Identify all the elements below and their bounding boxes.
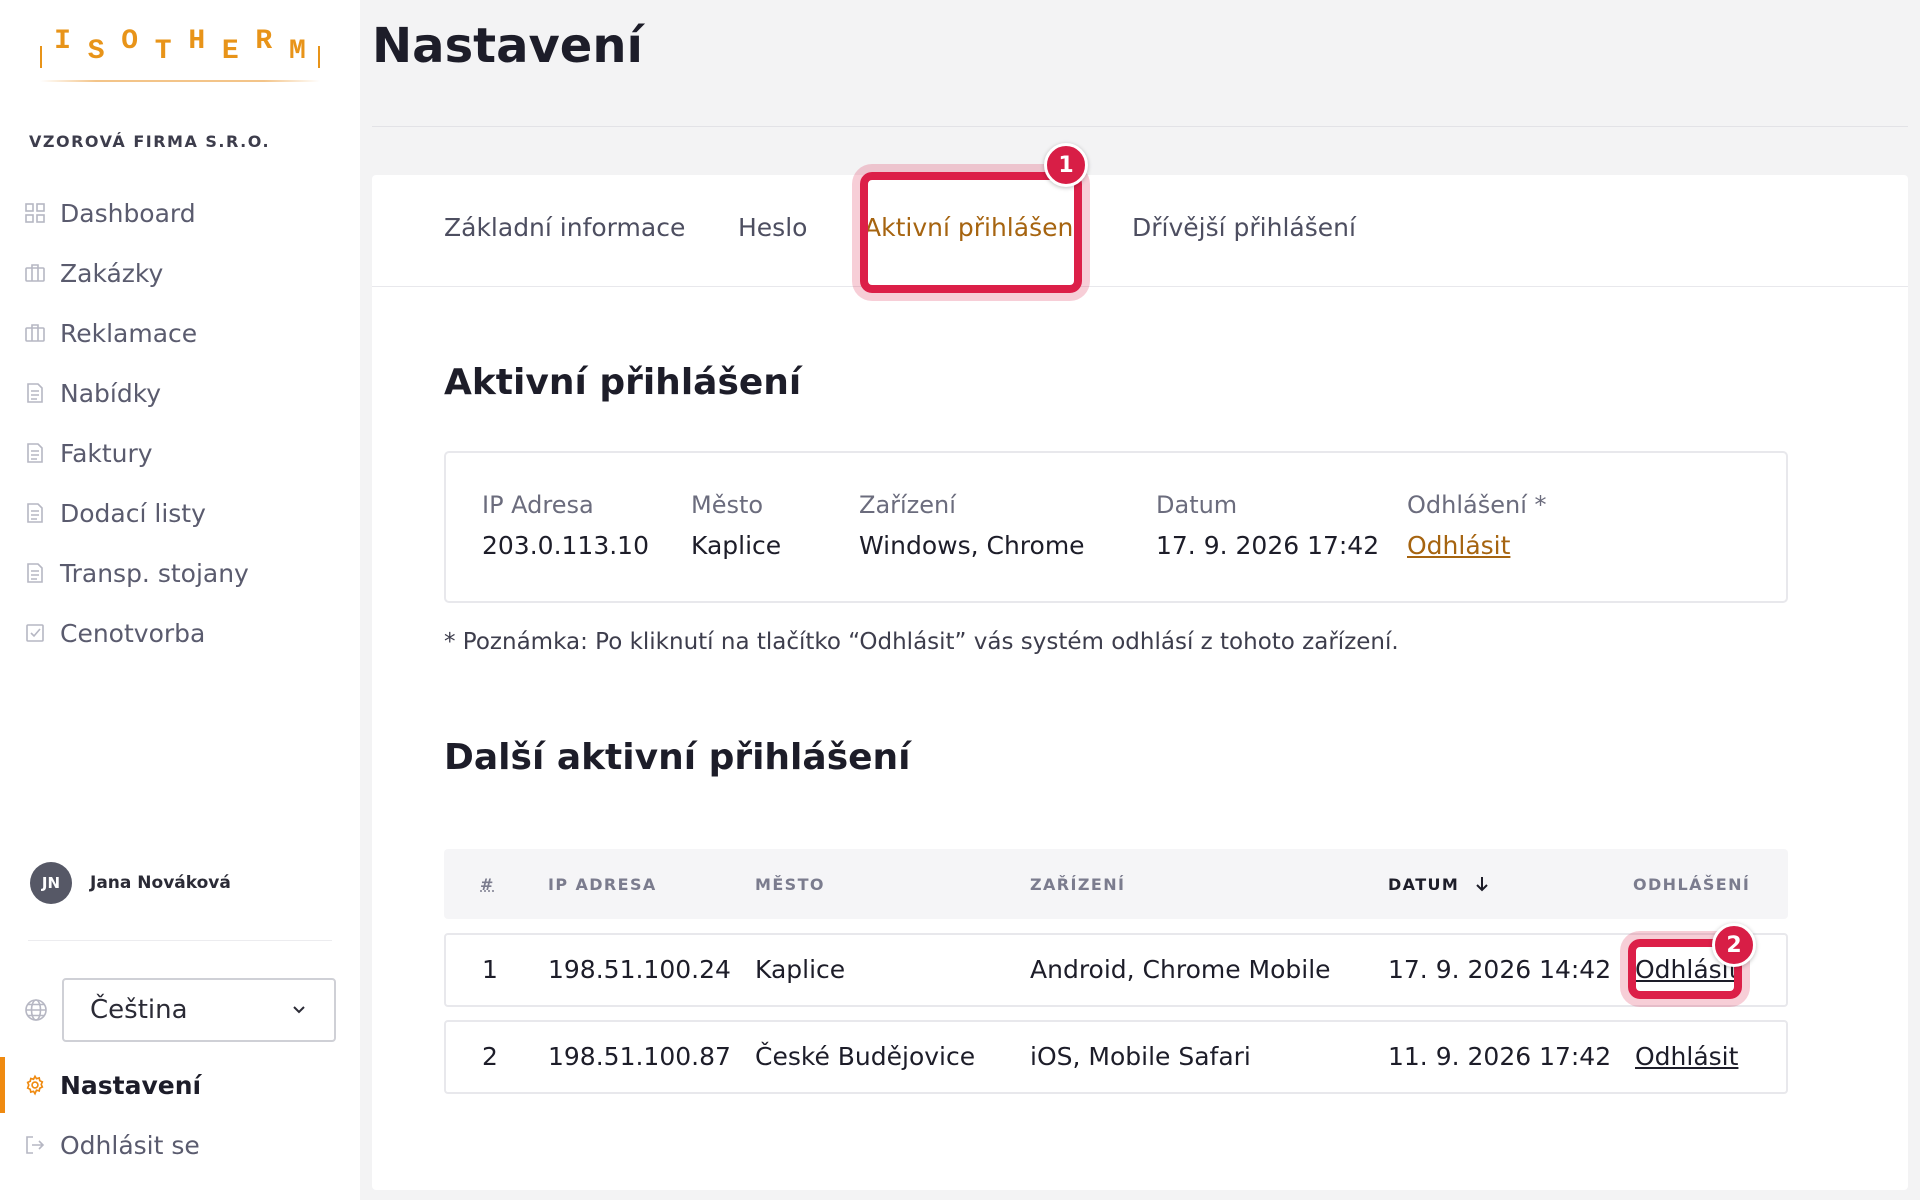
language-switcher: Čeština (24, 978, 336, 1042)
briefcase-icon (24, 262, 46, 284)
nav-item-dodaci-listy[interactable]: Dodací listy (0, 483, 360, 543)
sort-arrow-down-icon (1473, 875, 1491, 893)
cell-ip: 198.51.100.24 (548, 955, 731, 984)
nav-item-nabidky[interactable]: Nabídky (0, 363, 360, 423)
current-logout: Odhlášení * Odhlásit (1407, 491, 1547, 560)
nav-item-label: Cenotvorba (60, 618, 206, 648)
nav-item-label: Dodací listy (60, 498, 206, 528)
nav-item-label: Reklamace (60, 318, 198, 348)
current-date: Datum 17. 9. 2026 17:42 (1156, 491, 1379, 560)
nav-item-faktury[interactable]: Faktury (0, 423, 360, 483)
document-icon (24, 442, 46, 464)
cell-city: Kaplice (755, 955, 846, 984)
table-row: 2 198.51.100.87 České Budějovice iOS, Mo… (444, 1020, 1788, 1094)
document-icon (24, 562, 46, 584)
current-logout-link[interactable]: Odhlásit (1407, 531, 1547, 560)
nav-item-zakazky[interactable]: Zakázky (0, 243, 360, 303)
page-title: Nastavení (372, 18, 643, 74)
nav-item-reklamace[interactable]: Reklamace (0, 303, 360, 363)
cell-date: 11. 9. 2026 17:42 (1388, 1042, 1612, 1071)
col-logout: ODHLÁŠENÍ (1633, 875, 1751, 894)
isotherm-logo[interactable]: I S O T H E R M (40, 22, 320, 72)
tab-password[interactable]: Heslo (738, 213, 807, 242)
nav-item-settings[interactable]: Nastavení (0, 1055, 360, 1115)
main-nav: Dashboard Zakázky Reklamace Nabídky Fakt… (0, 183, 360, 663)
title-divider (372, 126, 1908, 127)
sessions-table-header: # IP ADRESA MĚSTO ZAŘÍZENÍ DATUM ODHLÁŠE… (444, 849, 1788, 919)
table-row: 1 198.51.100.24 Kaplice Android, Chrome … (444, 933, 1788, 1007)
nav-item-dashboard[interactable]: Dashboard (0, 183, 360, 243)
current-device-value: Windows, Chrome (859, 531, 1085, 560)
annotation-badge-2: 2 (1712, 923, 1756, 967)
tab-active-logins[interactable]: Aktivní přihlášení (864, 213, 1080, 242)
language-select[interactable]: Čeština (62, 978, 336, 1042)
nav-item-label: Nabídky (60, 378, 162, 408)
nav-item-transp-stojany[interactable]: Transp. stojany (0, 543, 360, 603)
document-icon (24, 502, 46, 524)
nav-item-label: Dashboard (60, 198, 196, 228)
current-session-box: IP Adresa 203.0.113.10 Město Kaplice Zař… (444, 451, 1788, 603)
settings-card: Základní informace Heslo Aktivní přihláš… (372, 143, 1908, 1190)
cell-ip: 198.51.100.87 (548, 1042, 731, 1071)
globe-icon (24, 998, 48, 1022)
grid-icon (24, 202, 46, 224)
current-ip-label: IP Adresa (482, 491, 594, 519)
col-device: ZAŘÍZENÍ (1030, 875, 1126, 894)
current-logout-label: Odhlášení * (1407, 491, 1547, 519)
logout-link[interactable]: Odhlásit (1635, 1042, 1738, 1071)
nav-item-label: Faktury (60, 438, 153, 468)
current-device: Zařízení Windows, Chrome (859, 491, 1085, 560)
other-sessions-title: Další aktivní přihlášení (444, 737, 911, 778)
current-session-title: Aktivní přihlášení (444, 362, 802, 403)
briefcase-icon (24, 322, 46, 344)
logout-icon (24, 1134, 46, 1156)
nav-item-label: Odhlásit se (60, 1130, 200, 1160)
sidebar-divider (28, 940, 332, 941)
nav-item-cenotvorba[interactable]: Cenotvorba (0, 603, 360, 663)
settings-tabs: Základní informace Heslo Aktivní přihláš… (372, 175, 1908, 287)
cell-city: České Budějovice (755, 1042, 976, 1071)
col-num: # (480, 875, 495, 894)
col-ip: IP ADRESA (548, 875, 657, 894)
current-ip: IP Adresa 203.0.113.10 (482, 491, 649, 560)
user-name: Jana Nováková (90, 873, 231, 893)
current-date-label: Datum (1156, 491, 1238, 519)
user-profile[interactable]: JN Jana Nováková (30, 862, 231, 904)
nav-item-label: Transp. stojany (60, 558, 249, 588)
col-date-sortable[interactable]: DATUM (1388, 875, 1491, 894)
document-icon (24, 382, 46, 404)
gear-icon (24, 1074, 46, 1096)
tab-previous-logins[interactable]: Dřívější přihlášení (1132, 213, 1356, 242)
cell-num: 2 (482, 1042, 498, 1071)
cell-date: 17. 9. 2026 14:42 (1388, 955, 1612, 984)
cell-device: Android, Chrome Mobile (1030, 955, 1331, 984)
current-city: Město Kaplice (691, 491, 781, 560)
nav-item-label: Zakázky (60, 258, 164, 288)
current-city-label: Město (691, 491, 764, 519)
logo-underline (40, 80, 320, 82)
current-date-value: 17. 9. 2026 17:42 (1156, 531, 1380, 560)
bottom-nav: Nastavení Odhlásit se (0, 1055, 360, 1175)
current-city-value: Kaplice (691, 531, 782, 560)
current-ip-value: 203.0.113.10 (482, 531, 649, 560)
current-device-label: Zařízení (859, 491, 956, 519)
company-name: VZOROVÁ FIRMA S.R.O. (29, 132, 271, 151)
nav-item-label: Nastavení (60, 1070, 202, 1100)
col-date-label: DATUM (1388, 875, 1460, 894)
checkbox-icon (24, 622, 46, 644)
col-city: MĚSTO (755, 875, 825, 894)
chevron-down-icon (290, 995, 308, 1025)
tab-basic-info[interactable]: Základní informace (444, 213, 685, 242)
nav-item-logout[interactable]: Odhlásit se (0, 1115, 360, 1175)
sidebar: I S O T H E R M VZOROVÁ FIRMA S.R.O. Das… (0, 0, 360, 1200)
logout-note: * Poznámka: Po kliknutí na tlačítko “Odh… (444, 629, 1399, 655)
annotation-badge-1: 1 (1044, 143, 1088, 187)
language-selected: Čeština (90, 995, 188, 1025)
avatar: JN (30, 862, 72, 904)
cell-device: iOS, Mobile Safari (1030, 1042, 1251, 1071)
cell-num: 1 (482, 955, 498, 984)
